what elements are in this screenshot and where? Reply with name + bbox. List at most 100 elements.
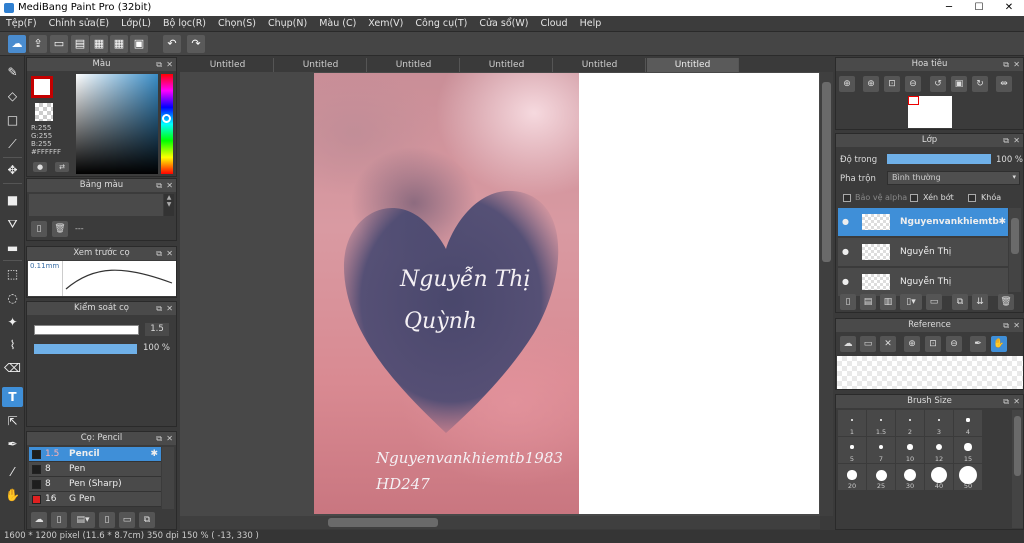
- layer-duplicate-button[interactable]: ⧉: [952, 294, 968, 310]
- reference-zoom-out-button[interactable]: ⊖: [946, 336, 962, 352]
- hue-slider[interactable]: [161, 74, 173, 174]
- layer-folder-button[interactable]: ▭: [926, 294, 942, 310]
- eye-icon[interactable]: ●: [842, 208, 849, 236]
- color-swap-button[interactable]: ⇄: [55, 162, 69, 172]
- menu-help[interactable]: Help: [574, 16, 608, 29]
- menu-cloud[interactable]: Cloud: [534, 16, 573, 29]
- share-button[interactable]: ⇪: [29, 35, 47, 53]
- bucket-tool[interactable]: ⛛: [2, 214, 23, 234]
- lasso-tool[interactable]: ◌: [2, 288, 23, 308]
- reference-open-button[interactable]: ▭: [860, 336, 876, 352]
- undock-icon[interactable]: ⧉: [1003, 58, 1009, 71]
- undock-icon[interactable]: ⧉: [156, 247, 162, 260]
- nav-reset-button[interactable]: ▣: [951, 76, 967, 92]
- nav-rotate-left-button[interactable]: ↺: [930, 76, 946, 92]
- document-tab[interactable]: Untitled: [368, 58, 460, 72]
- document-tab[interactable]: Untitled: [275, 58, 367, 72]
- brush-menu-button[interactable]: ▤▾: [71, 512, 95, 528]
- operation-tool[interactable]: ⇱: [2, 411, 23, 431]
- brush-size-cell[interactable]: 40: [925, 464, 953, 490]
- brush-size-cell[interactable]: 7: [867, 437, 895, 463]
- undock-icon[interactable]: ⧉: [1003, 134, 1009, 147]
- palette-scrollbar[interactable]: ▲ ▼: [164, 194, 174, 216]
- cloud-button[interactable]: ☁: [8, 35, 26, 53]
- menu-window[interactable]: Cửa sổ(W): [473, 16, 534, 29]
- undock-icon[interactable]: ⧉: [156, 179, 162, 192]
- menu-select[interactable]: Chọn(S): [212, 16, 262, 29]
- brush-list-item[interactable]: 8 Pen: [29, 462, 161, 477]
- nav-zoom-in-button[interactable]: ⊕: [839, 76, 855, 92]
- undock-icon[interactable]: ⧉: [156, 432, 162, 445]
- reference-dropper-button[interactable]: ✒: [970, 336, 986, 352]
- primary-color-frame[interactable]: [31, 76, 53, 98]
- reference-cloud-button[interactable]: ☁: [840, 336, 856, 352]
- panel-button[interactable]: ▣: [130, 35, 148, 53]
- document-tab[interactable]: Untitled: [554, 58, 646, 72]
- layer-scrollbar[interactable]: [1009, 208, 1021, 292]
- rectangle-tool[interactable]: □: [2, 110, 23, 130]
- curve-tool[interactable]: ⟋: [2, 134, 23, 154]
- brush-size-cell[interactable]: 4: [954, 410, 982, 436]
- comment-button[interactable]: ▭: [50, 35, 68, 53]
- navigator-view-box[interactable]: [908, 96, 919, 105]
- reference-fit-button[interactable]: ⊡: [925, 336, 941, 352]
- palette-delete-button[interactable]: 🗑: [52, 221, 68, 237]
- nav-rotate-right-button[interactable]: ↻: [972, 76, 988, 92]
- vertical-scrollbar[interactable]: [820, 72, 833, 516]
- brush-size-value[interactable]: 1.5: [145, 323, 169, 336]
- brush-size-cell[interactable]: 3: [925, 410, 953, 436]
- secondary-color-swatch[interactable]: [35, 103, 53, 121]
- palette-swatch-area[interactable]: [29, 194, 163, 216]
- brush-size-cell[interactable]: 20: [838, 464, 866, 490]
- clip-checkbox[interactable]: [910, 194, 918, 202]
- panel-close-icon[interactable]: ✕: [1013, 395, 1020, 408]
- layer-opacity-slider[interactable]: [887, 154, 991, 164]
- brush-size-cell[interactable]: 30: [896, 464, 924, 490]
- reference-hand-button[interactable]: ✋: [991, 336, 1007, 352]
- nav-flip-button[interactable]: ⇹: [996, 76, 1012, 92]
- brush-duplicate-button[interactable]: ⧉: [139, 512, 155, 528]
- brush-size-cell[interactable]: 2: [896, 410, 924, 436]
- undock-icon[interactable]: ⧉: [1003, 319, 1009, 332]
- eye-icon[interactable]: ●: [842, 238, 849, 266]
- panel-close-icon[interactable]: ✕: [166, 247, 173, 260]
- brush-size-cell[interactable]: 12: [925, 437, 953, 463]
- brush-cloud-button[interactable]: ☁: [31, 512, 47, 528]
- select-pen-tool[interactable]: ⌇: [2, 335, 23, 355]
- horizontal-scrollbar[interactable]: [180, 516, 820, 529]
- brush-size-scrollbar[interactable]: [1012, 410, 1023, 528]
- document-tab[interactable]: Untitled: [182, 58, 274, 72]
- menu-view[interactable]: Xem(V): [362, 16, 409, 29]
- reference-canvas[interactable]: [837, 356, 1023, 389]
- saturation-value-picker[interactable]: [76, 74, 158, 174]
- document-tab[interactable]: Untitled: [461, 58, 553, 72]
- navigator-thumbnail[interactable]: [908, 96, 952, 128]
- brush-copy-button[interactable]: ▯: [99, 512, 115, 528]
- fill-rect-tool[interactable]: ■: [2, 190, 23, 210]
- layer-add-menu-button[interactable]: ▯▾: [900, 294, 922, 310]
- lock-checkbox[interactable]: [968, 194, 976, 202]
- undock-icon[interactable]: ⧉: [156, 302, 162, 315]
- brush-folder-button[interactable]: ▭: [119, 512, 135, 528]
- protect-alpha-checkbox[interactable]: [843, 194, 851, 202]
- menu-edit[interactable]: Chỉnh sửa(E): [43, 16, 116, 29]
- gradient-tool[interactable]: ▬: [2, 238, 23, 258]
- document-tab[interactable]: Untitled: [647, 58, 739, 72]
- panel-close-icon[interactable]: ✕: [1013, 58, 1020, 71]
- brush-size-slider[interactable]: [34, 325, 139, 335]
- brush-size-cell[interactable]: 15: [954, 437, 982, 463]
- menu-color[interactable]: Màu (C): [313, 16, 362, 29]
- canvas-paper[interactable]: [579, 73, 819, 514]
- panel-close-icon[interactable]: ✕: [166, 432, 173, 445]
- close-button[interactable]: ✕: [994, 0, 1024, 16]
- panel-close-icon[interactable]: ✕: [166, 58, 173, 71]
- panel-close-icon[interactable]: ✕: [1013, 319, 1020, 332]
- layer-blend-select[interactable]: Bình thường ▾: [887, 171, 1020, 185]
- undo-button[interactable]: ↶: [163, 35, 181, 53]
- brush-size-cell[interactable]: 5: [838, 437, 866, 463]
- magic-wand-tool[interactable]: ✦: [2, 312, 23, 332]
- hue-handle[interactable]: [162, 114, 171, 123]
- brush-size-cell[interactable]: 50: [954, 464, 982, 490]
- brush-size-cell[interactable]: 10: [896, 437, 924, 463]
- vertical-scroll-thumb[interactable]: [822, 82, 831, 262]
